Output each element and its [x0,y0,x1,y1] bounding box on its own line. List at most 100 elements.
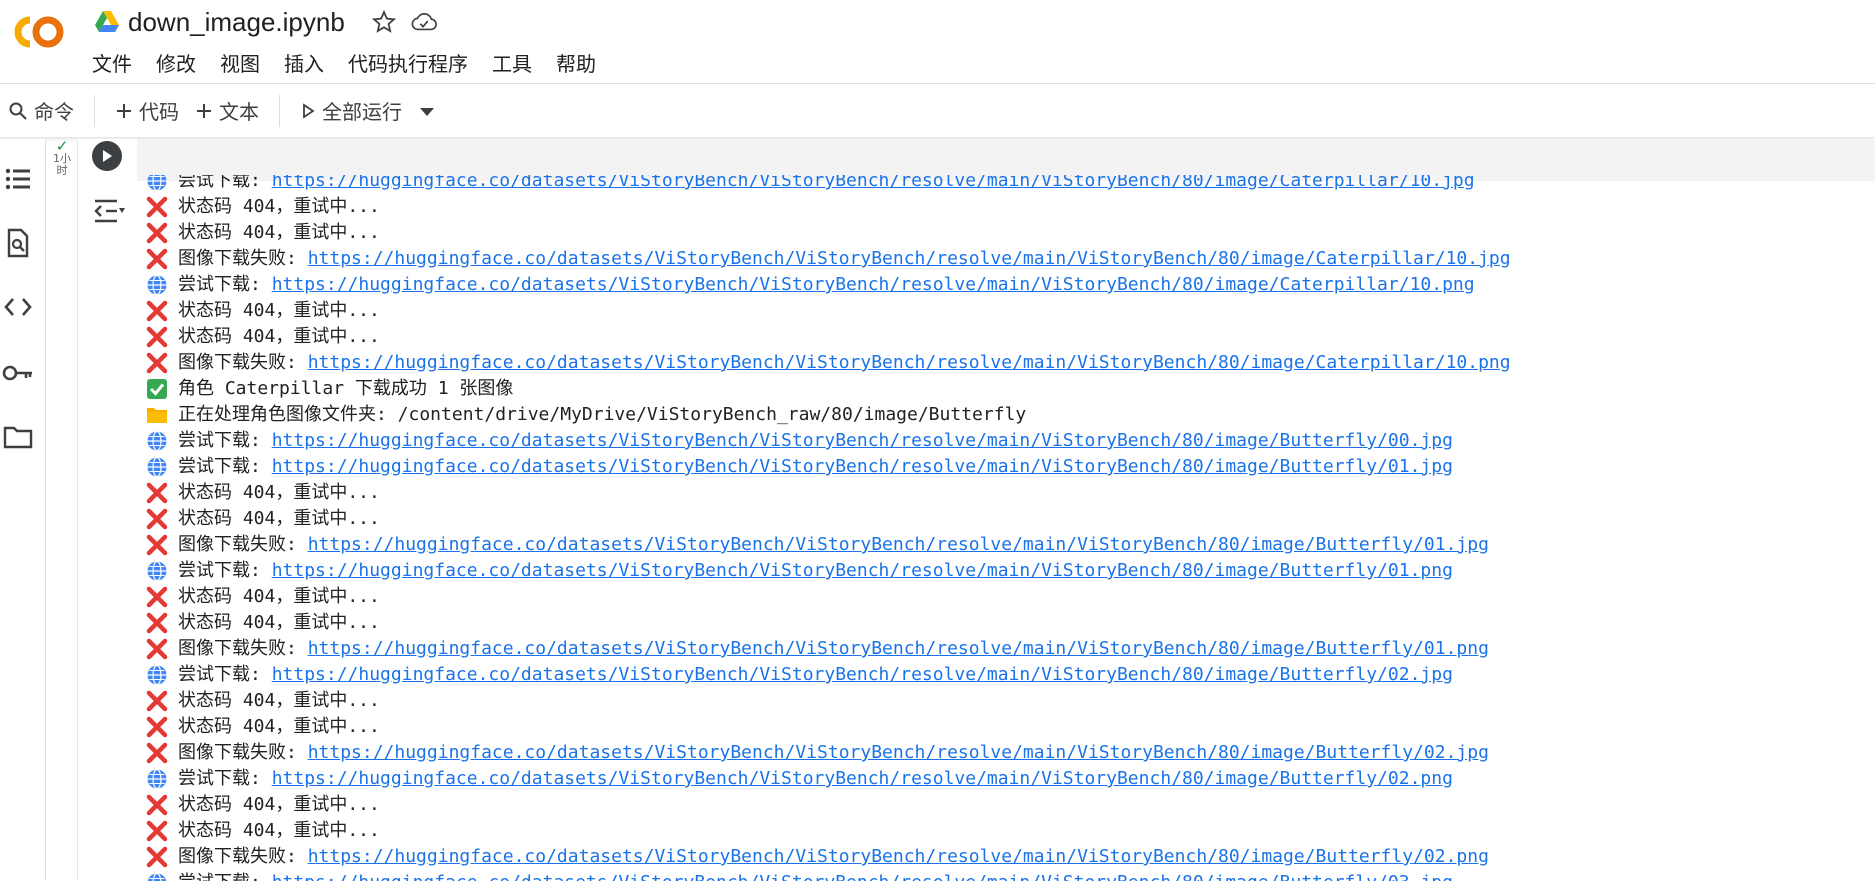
output-link[interactable]: https://huggingface.co/datasets/ViStoryB… [272,428,1453,454]
globe-icon [146,768,178,790]
cross-icon [146,716,178,738]
output-link[interactable]: https://huggingface.co/datasets/ViStoryB… [272,175,1475,194]
output-text: 状态码 404，重试中... [178,196,380,217]
output-text: 图像下载失败: [178,742,308,763]
globe-icon [146,456,178,478]
output-line: 状态码 404，重试中... [146,792,1511,818]
key-icon[interactable] [2,357,34,389]
output-text: 状态码 404，重试中... [178,716,380,737]
menu-file[interactable]: 文件 [86,46,138,79]
output-link[interactable]: https://huggingface.co/datasets/ViStoryB… [308,740,1489,766]
output-text: 图像下载失败: [178,352,308,373]
output-text: 尝试下载: [178,430,272,451]
add-code-button[interactable]: 代码 [107,91,187,131]
cross-icon [146,820,178,842]
google-drive-icon[interactable] [94,10,120,34]
output-link[interactable]: https://huggingface.co/datasets/ViStoryB… [308,844,1489,870]
output-link[interactable]: https://huggingface.co/datasets/ViStoryB… [308,532,1489,558]
output-link[interactable]: https://huggingface.co/datasets/ViStoryB… [308,350,1511,376]
output-link[interactable]: https://huggingface.co/datasets/ViStoryB… [272,454,1453,480]
cross-icon [146,638,178,660]
output-text: 尝试下载: [178,768,272,789]
output-collapse-icon[interactable] [92,196,126,226]
command-palette-button[interactable]: 命令 [0,91,82,131]
output-link[interactable]: https://huggingface.co/datasets/ViStoryB… [272,766,1453,792]
output-text: 状态码 404，重试中... [178,586,380,607]
output-line: 尝试下载: https://huggingface.co/datasets/Vi… [146,870,1511,881]
cross-icon [146,508,178,530]
star-icon[interactable] [371,9,397,35]
cross-icon [146,222,178,244]
output-text: 图像下载失败: [178,248,308,269]
colab-logo[interactable] [6,12,70,52]
menu-insert[interactable]: 插入 [278,46,330,79]
output-line: 状态码 404，重试中... [146,818,1511,844]
output-line: 图像下载失败: https://huggingface.co/datasets/… [146,246,1511,272]
table-of-contents-icon[interactable] [2,163,34,195]
find-replace-icon[interactable] [2,227,34,259]
output-line: 状态码 404，重试中... [146,714,1511,740]
output-line: 尝试下载: https://huggingface.co/datasets/Vi… [146,272,1511,298]
output-link[interactable]: https://huggingface.co/datasets/ViStoryB… [272,662,1453,688]
output-line: 状态码 404，重试中... [146,506,1511,532]
output-line: 角色 Caterpillar 下载成功 1 张图像 [146,376,1511,402]
output-line: 图像下载失败: https://huggingface.co/datasets/… [146,636,1511,662]
cross-icon [146,300,178,322]
cell-output: 尝试下载: https://huggingface.co/datasets/Vi… [146,175,1866,881]
toolbar: 命令 代码 文本 全部运行 [0,84,1875,138]
output-text: 尝试下载: [178,274,272,295]
add-text-button[interactable]: 文本 [187,91,267,131]
globe-icon [146,430,178,452]
output-line: 状态码 404，重试中... [146,584,1511,610]
run-all-button[interactable]: 全部运行 [292,91,410,131]
output-text: 尝试下载: [178,560,272,581]
menu-help[interactable]: 帮助 [550,46,602,79]
output-text: 状态码 404，重试中... [178,820,380,841]
cloud-icon[interactable] [411,9,437,35]
cross-icon [146,534,178,556]
output-line: 正在处理角色图像文件夹: /content/drive/MyDrive/ViSt… [146,402,1511,428]
output-text: 尝试下载: [178,870,272,881]
cross-icon [146,352,178,374]
output-text: 图像下载失败: [178,534,308,555]
menu-runtime[interactable]: 代码执行程序 [342,46,474,79]
output-line: 状态码 404，重试中... [146,298,1511,324]
play-icon [103,150,112,162]
menu-bar: 文件 修改 视图 插入 代码执行程序 工具 帮助 [80,46,608,79]
output-text: 角色 Caterpillar 下载成功 1 张图像 [178,378,514,399]
cross-icon [146,846,178,868]
output-text: 状态码 404，重试中... [178,690,380,711]
notebook-title[interactable]: down_image.ipynb [128,7,345,38]
output-line: 图像下载失败: https://huggingface.co/datasets/… [146,740,1511,766]
output-link[interactable]: https://huggingface.co/datasets/ViStoryB… [308,246,1511,272]
cross-icon [146,586,178,608]
run-cell-button[interactable] [92,141,122,171]
output-line: 尝试下载: https://huggingface.co/datasets/Vi… [146,175,1511,194]
menu-view[interactable]: 视图 [214,46,266,79]
run-all-dropdown[interactable] [410,91,444,131]
output-line: 图像下载失败: https://huggingface.co/datasets/… [146,844,1511,870]
output-link[interactable]: https://huggingface.co/datasets/ViStoryB… [272,870,1453,881]
output-line: 图像下载失败: https://huggingface.co/datasets/… [146,350,1511,376]
output-line: 尝试下载: https://huggingface.co/datasets/Vi… [146,454,1511,480]
globe-icon [146,872,178,881]
output-line: 状态码 404，重试中... [146,194,1511,220]
code-snippets-icon[interactable] [2,291,34,323]
output-line: 尝试下载: https://huggingface.co/datasets/Vi… [146,766,1511,792]
cross-icon [146,196,178,218]
folder-icon[interactable] [2,421,34,453]
output-link[interactable]: https://huggingface.co/datasets/ViStoryB… [308,636,1489,662]
toolbar-divider [279,94,280,127]
run-all-label: 全部运行 [322,100,402,124]
check-icon: ✓ [55,137,69,155]
output-text: 图像下载失败: [178,846,308,867]
globe-icon [146,175,178,192]
output-text: 状态码 404，重试中... [178,482,380,503]
menu-edit[interactable]: 修改 [150,46,202,79]
menu-tools[interactable]: 工具 [486,46,538,79]
output-link[interactable]: https://huggingface.co/datasets/ViStoryB… [272,558,1453,584]
output-line: 状态码 404，重试中... [146,480,1511,506]
output-link[interactable]: https://huggingface.co/datasets/ViStoryB… [272,272,1475,298]
toolbar-divider [94,94,95,127]
globe-icon [146,560,178,582]
